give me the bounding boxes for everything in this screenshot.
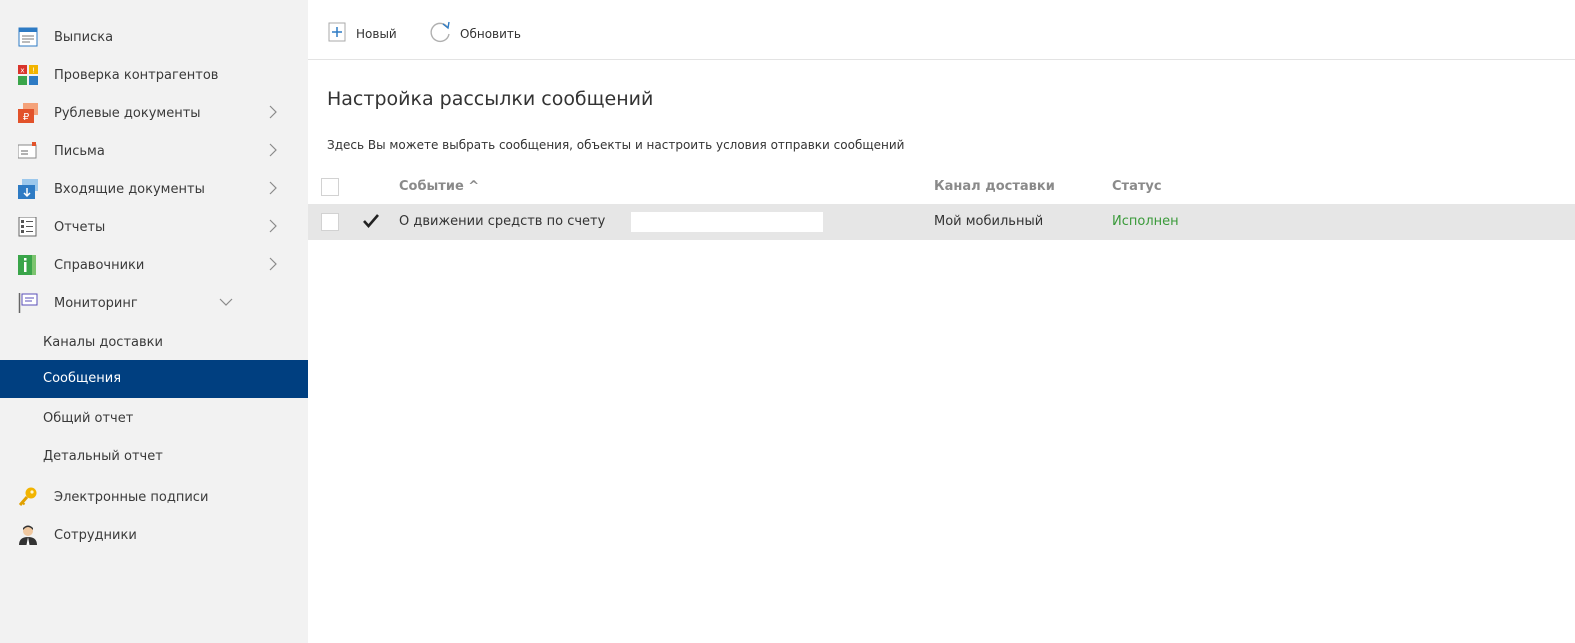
row-status: Исполнен: [1112, 214, 1179, 229]
toolbar: Новый Обновить: [308, 0, 1575, 60]
sidebar-subitem-general-report[interactable]: Общий отчет: [0, 400, 308, 438]
sidebar-subitem-label: Каналы доставки: [43, 335, 163, 350]
sidebar-item-reports[interactable]: Отчеты: [0, 208, 308, 246]
sidebar-item-label: Сотрудники: [54, 527, 137, 543]
sidebar-item-electronic-signatures[interactable]: Электронные подписи: [0, 478, 308, 516]
column-header-event[interactable]: Событие ^: [399, 179, 479, 194]
sidebar-subitem-detailed-report[interactable]: Детальный отчет: [0, 438, 308, 476]
row-channel: Мой мобильный: [934, 214, 1044, 229]
page-description: Здесь Вы можете выбрать сообщения, объек…: [327, 138, 905, 152]
table-header: Событие ^ Канал доставки Статус: [308, 170, 1575, 204]
check-icon: [363, 214, 379, 232]
chevron-right-icon: [266, 218, 280, 234]
sidebar-subitem-label: Детальный отчет: [43, 449, 163, 464]
refresh-icon: [428, 20, 452, 48]
svg-text:!: !: [32, 67, 35, 75]
sidebar-subitem-delivery-channels[interactable]: Каналы доставки: [0, 324, 308, 362]
sidebar-item-letters[interactable]: Письма: [0, 132, 308, 170]
key-icon: [18, 487, 38, 507]
sidebar-item-employees[interactable]: Сотрудники: [0, 516, 308, 554]
sidebar-item-incoming-documents[interactable]: Входящие документы: [0, 170, 308, 208]
select-all-checkbox[interactable]: [321, 178, 339, 196]
new-button[interactable]: Новый: [328, 22, 397, 46]
sidebar-item-label: Справочники: [54, 257, 145, 273]
sidebar-subitem-label: Общий отчет: [43, 411, 134, 426]
svg-text:₽: ₽: [23, 112, 30, 123]
sidebar-item-label: Рублевые документы: [54, 105, 201, 121]
redacted-account: [631, 212, 823, 232]
sidebar-item-label: Письма: [54, 143, 105, 159]
chevron-right-icon: [266, 256, 280, 272]
sidebar-subitem-messages[interactable]: Сообщения: [0, 360, 308, 398]
chevron-right-icon: [266, 180, 280, 196]
sidebar-item-directories[interactable]: Справочники: [0, 246, 308, 284]
new-button-label: Новый: [356, 27, 397, 41]
directories-icon: [18, 255, 38, 275]
sidebar: Выписка x! Проверка контрагентов ₽ Рубле…: [0, 0, 308, 643]
table-row[interactable]: О движении средств по счету Мой мобильны…: [308, 204, 1575, 240]
plus-icon: [328, 22, 348, 46]
sidebar-item-ruble-documents[interactable]: ₽ Рублевые документы: [0, 94, 308, 132]
column-header-status[interactable]: Статус: [1112, 179, 1162, 194]
sidebar-item-label: Отчеты: [54, 219, 106, 235]
column-header-channel[interactable]: Канал доставки: [934, 179, 1055, 194]
employee-icon: [18, 525, 38, 545]
monitoring-icon: [18, 293, 38, 313]
reports-icon: [18, 216, 38, 237]
chevron-right-icon: [266, 104, 280, 120]
ruble-documents-icon: ₽: [18, 103, 38, 123]
sidebar-item-label: Электронные подписи: [54, 489, 209, 505]
row-checkbox[interactable]: [321, 213, 339, 231]
chevron-right-icon: [266, 142, 280, 158]
chevron-down-icon: [218, 294, 234, 310]
contractor-check-icon: x!: [18, 65, 38, 85]
sidebar-item-label: Проверка контрагентов: [54, 67, 219, 83]
sidebar-item-label: Выписка: [54, 29, 114, 45]
sidebar-item-contractor-check[interactable]: x! Проверка контрагентов: [0, 56, 308, 94]
sidebar-item-label: Мониторинг: [54, 295, 138, 311]
refresh-button[interactable]: Обновить: [428, 20, 521, 48]
statement-icon: [18, 27, 38, 47]
incoming-documents-icon: [18, 179, 38, 199]
row-event: О движении средств по счету: [399, 214, 606, 229]
sidebar-item-statement[interactable]: Выписка: [0, 18, 308, 56]
sidebar-item-label: Входящие документы: [54, 181, 205, 197]
page-title: Настройка рассылки сообщений: [327, 88, 654, 110]
svg-text:x: x: [20, 67, 24, 75]
refresh-button-label: Обновить: [460, 27, 521, 41]
sidebar-item-monitoring[interactable]: Мониторинг: [0, 284, 308, 322]
sidebar-subitem-label: Сообщения: [43, 371, 122, 386]
letters-icon: [17, 141, 38, 161]
